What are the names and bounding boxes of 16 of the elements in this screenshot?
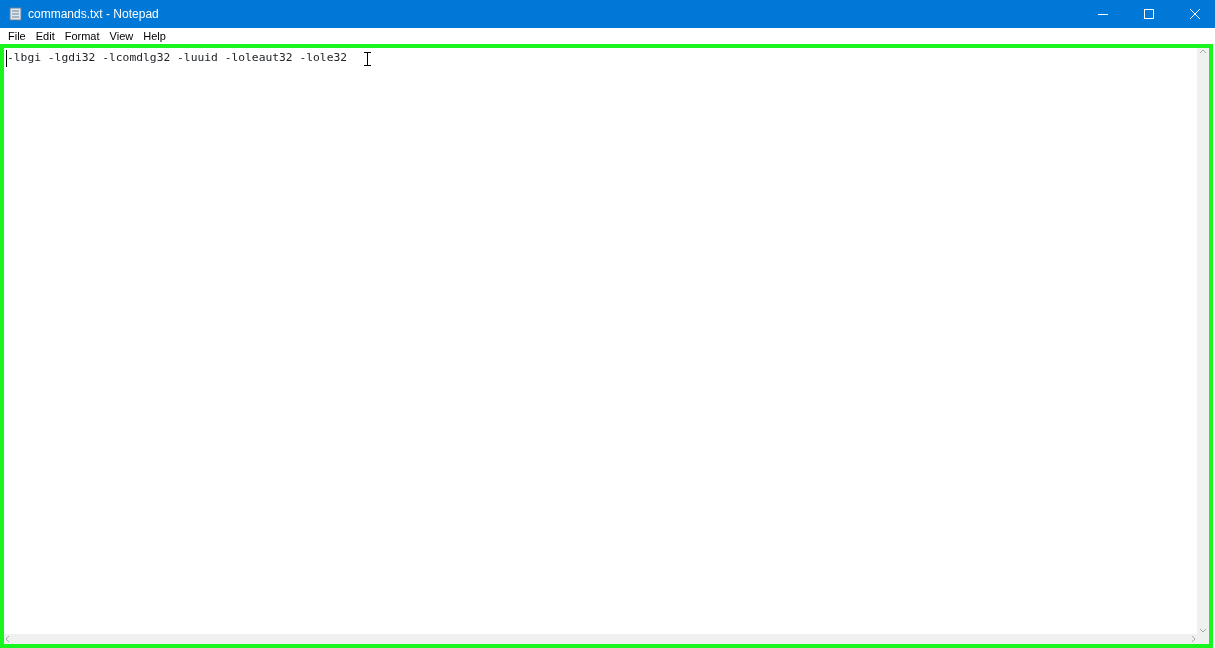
scroll-right-icon[interactable]: [1191, 635, 1197, 643]
close-icon: [1190, 9, 1200, 19]
notepad-icon: [9, 7, 22, 21]
editor-area[interactable]: -lbgi -lgdi32 -lcomdlg32 -luuid -loleaut32 -lole32: [0, 44, 1213, 648]
text-cursor-icon: [364, 52, 371, 66]
maximize-icon: [1144, 9, 1154, 19]
menu-item[interactable]: Format: [59, 29, 105, 43]
editor-text: -lbgi -lgdi32 -lcomdlg32 -luuid -loleaut32 -lole32: [6, 50, 348, 67]
scroll-left-icon[interactable]: [4, 635, 10, 643]
scroll-down-icon[interactable]: [1199, 628, 1207, 634]
menu-item[interactable]: File: [3, 29, 31, 43]
scroll-up-icon[interactable]: [1199, 48, 1207, 54]
menu-item[interactable]: View: [104, 29, 139, 43]
menu-item[interactable]: Help: [138, 29, 171, 43]
window-title: commands.txt - Notepad: [28, 6, 160, 23]
menu-item[interactable]: Edit: [30, 29, 60, 43]
